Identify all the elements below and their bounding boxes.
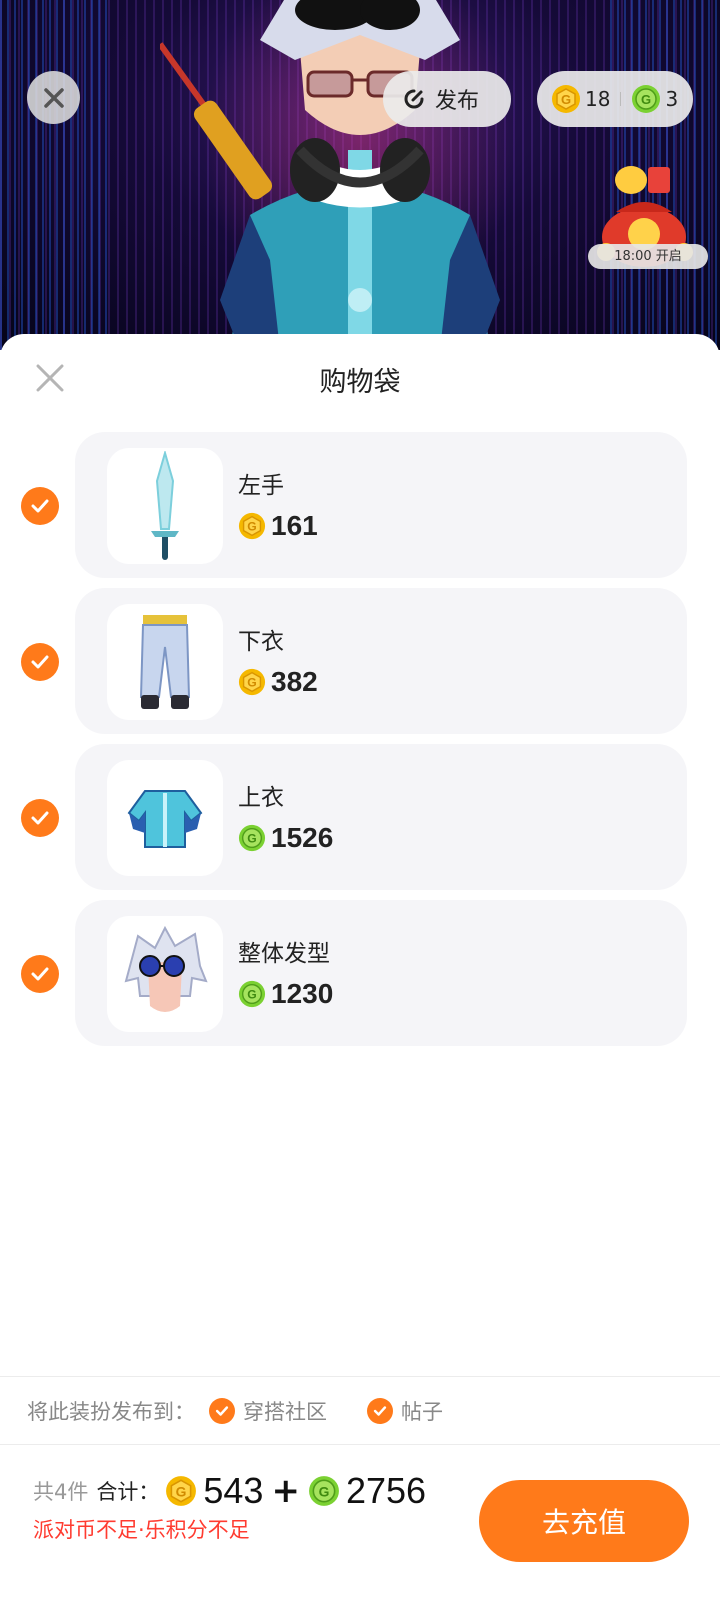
green-coin-icon: G bbox=[632, 85, 661, 113]
item-name: 左手 bbox=[238, 473, 284, 499]
green-coin-icon: G bbox=[238, 980, 266, 1008]
cart-item[interactable]: 下衣 G 382 bbox=[0, 588, 720, 734]
item-price: G 1526 bbox=[238, 822, 333, 854]
insufficient-balance-warning: 派对币不足·乐积分不足 bbox=[33, 1518, 250, 1542]
cart-item[interactable]: 上衣 G 1526 bbox=[0, 744, 720, 890]
option-checkbox[interactable] bbox=[367, 1398, 393, 1424]
jacket-icon bbox=[127, 790, 203, 848]
item-price-value: 382 bbox=[271, 666, 318, 697]
gold-total: 543 bbox=[203, 1470, 264, 1511]
item-price: G 382 bbox=[238, 666, 318, 698]
avatar-scene: 发布 G 18 G 3 18:00 开启 bbox=[0, 0, 720, 350]
checkmark-icon bbox=[31, 967, 49, 981]
sheet-title: 购物袋 bbox=[319, 367, 401, 398]
gold-coin-icon: G bbox=[238, 668, 266, 696]
item-card[interactable]: 下衣 G 382 bbox=[75, 588, 687, 734]
svg-text:G: G bbox=[247, 832, 256, 846]
gold-coin-icon: G bbox=[238, 512, 266, 540]
item-name: 整体发型 bbox=[238, 941, 330, 967]
item-price-value: 1230 bbox=[271, 978, 334, 1009]
item-price-value: 1526 bbox=[271, 822, 334, 853]
avatar-character bbox=[160, 0, 500, 350]
divider bbox=[0, 1444, 720, 1445]
item-count: 共4件 bbox=[33, 1480, 89, 1504]
item-thumbnail bbox=[107, 916, 223, 1032]
svg-text:G: G bbox=[641, 92, 651, 107]
coin-balance[interactable]: G 18 G 3 bbox=[537, 71, 693, 127]
checkmark-icon bbox=[31, 499, 49, 513]
item-price: G 161 bbox=[238, 510, 318, 542]
svg-text:G: G bbox=[561, 92, 571, 107]
pants-icon bbox=[139, 615, 191, 709]
item-price: G 1230 bbox=[238, 978, 333, 1010]
divider bbox=[0, 1376, 720, 1377]
item-checkbox[interactable] bbox=[21, 799, 59, 837]
svg-text:G: G bbox=[247, 676, 256, 690]
item-thumbnail bbox=[107, 604, 223, 720]
total-summary: 共4件 合计： G 543 + G 2756 bbox=[33, 1470, 426, 1512]
plus-sign: + bbox=[271, 1471, 300, 1511]
publish-destinations: 将此装扮发布到： 穿搭社区 帖子 bbox=[27, 1396, 443, 1426]
publish-button[interactable]: 发布 bbox=[383, 71, 511, 127]
svg-text:G: G bbox=[319, 1483, 330, 1499]
green-balance: 3 bbox=[665, 87, 679, 111]
publish-label: 发布 bbox=[435, 89, 480, 114]
total-label: 合计： bbox=[96, 1480, 160, 1504]
cart-item[interactable]: 左手 G 161 bbox=[0, 432, 720, 578]
item-card[interactable]: 整体发型 G 1230 bbox=[75, 900, 687, 1046]
checkmark-icon bbox=[31, 811, 49, 825]
svg-text:G: G bbox=[247, 520, 256, 534]
item-name: 上衣 bbox=[238, 785, 284, 811]
gold-coin-icon: G bbox=[552, 85, 580, 113]
item-card[interactable]: 左手 G 161 bbox=[75, 432, 687, 578]
stage-light-left bbox=[0, 0, 110, 350]
publish-icon bbox=[404, 89, 424, 109]
green-coin-icon: G bbox=[309, 1476, 339, 1506]
publish-to-label: 将此装扮发布到： bbox=[27, 1400, 195, 1424]
publish-option-post[interactable]: 帖子 bbox=[367, 1396, 443, 1426]
hairstyle-icon bbox=[124, 926, 208, 1012]
close-icon bbox=[43, 87, 64, 108]
gold-coin-icon: G bbox=[166, 1476, 197, 1506]
close-button[interactable] bbox=[27, 71, 80, 124]
item-thumbnail bbox=[107, 448, 223, 564]
item-price-value: 161 bbox=[271, 510, 318, 541]
event-time-badge: 18:00 开启 bbox=[588, 244, 708, 269]
item-checkbox[interactable] bbox=[21, 487, 59, 525]
checkmark-icon bbox=[31, 655, 49, 669]
green-total: 2756 bbox=[345, 1470, 427, 1511]
item-checkbox[interactable] bbox=[21, 955, 59, 993]
item-card[interactable]: 上衣 G 1526 bbox=[75, 744, 687, 890]
option-checkbox[interactable] bbox=[209, 1398, 235, 1424]
coin-separator bbox=[620, 92, 622, 106]
checkout-bar: 共4件 合计： G 543 + G 2756 派对币不足·乐积分不足 去充值 bbox=[0, 1448, 720, 1600]
option-label: 帖子 bbox=[401, 1400, 443, 1424]
green-coin-icon: G bbox=[238, 824, 266, 852]
option-label: 穿搭社区 bbox=[243, 1400, 327, 1424]
item-name: 下衣 bbox=[238, 629, 284, 655]
svg-text:G: G bbox=[247, 988, 256, 1002]
checkmark-icon bbox=[215, 1406, 229, 1416]
item-thumbnail bbox=[107, 760, 223, 876]
svg-text:G: G bbox=[176, 1483, 187, 1499]
sword-icon bbox=[151, 451, 179, 560]
item-checkbox[interactable] bbox=[21, 643, 59, 681]
cart-item[interactable]: 整体发型 G 1230 bbox=[0, 900, 720, 1046]
publish-option-community[interactable]: 穿搭社区 bbox=[209, 1396, 327, 1426]
checkmark-icon bbox=[373, 1406, 387, 1416]
gold-balance: 18 bbox=[585, 87, 611, 111]
recharge-button[interactable]: 去充值 bbox=[479, 1480, 689, 1562]
